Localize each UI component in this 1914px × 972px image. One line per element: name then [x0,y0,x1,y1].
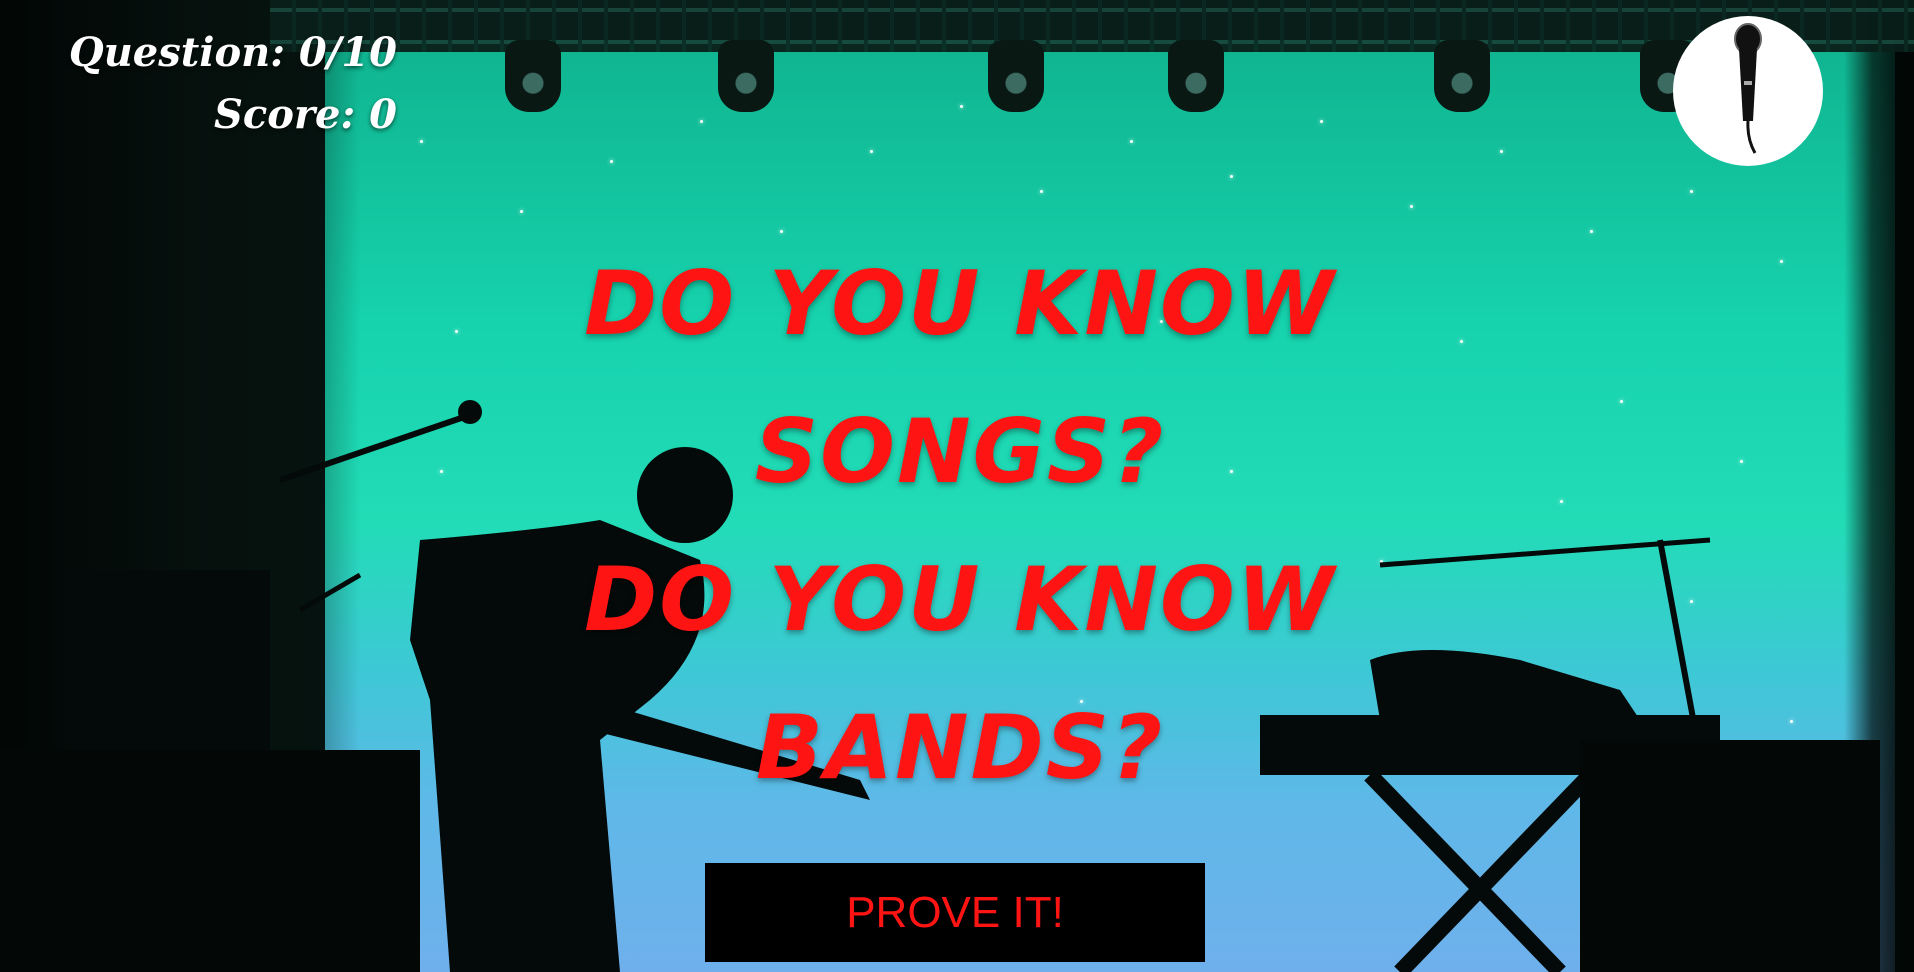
headline-line: SONGS? [754,400,1166,503]
game-status: Question: 0/10 Score: 0 [42,22,397,146]
headline-line: DO YOU KNOW [584,252,1336,355]
question-counter: Question: 0/10 [68,29,397,76]
headline-line: BANDS? [755,696,1165,799]
microphone-icon [1734,23,1762,154]
headline-line: DO YOU KNOW [584,548,1336,651]
score-display: Score: 0 [214,91,397,138]
prove-it-button[interactable]: PROVE IT! [705,863,1205,962]
microphone-logo-button[interactable] [1673,16,1823,166]
intro-headline: DO YOU KNOW SONGS? DO YOU KNOW BANDS? [560,230,1360,822]
